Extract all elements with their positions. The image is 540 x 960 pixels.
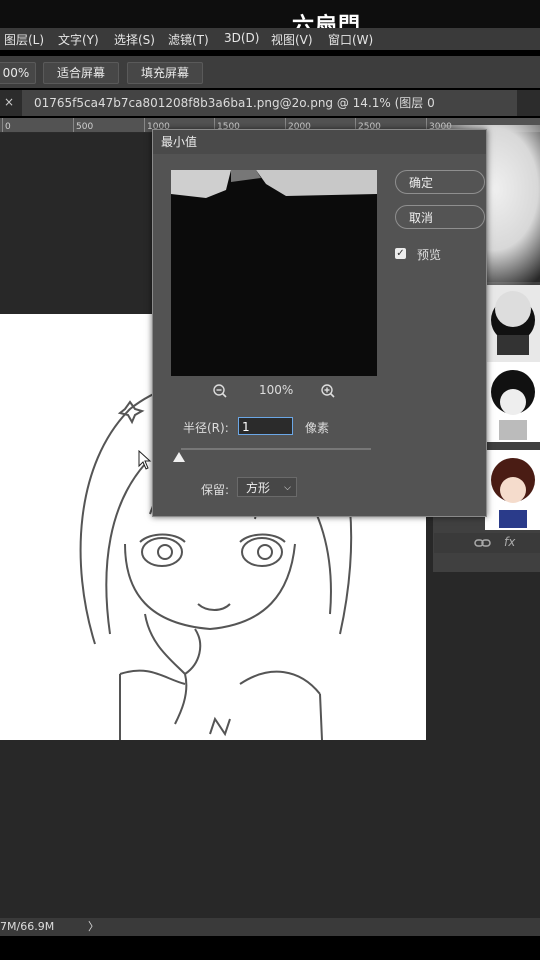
radius-slider[interactable] [181,448,371,450]
options-bar: 00% 适合屏幕 填充屏幕 [0,56,540,88]
status-arrow-icon[interactable]: 〉 [88,918,99,936]
radius-slider-thumb[interactable] [173,452,185,462]
ruler-tick: 500 [76,122,94,132]
menu-filter[interactable]: 滤镜(T) [168,31,209,48]
minimum-filter-dialog: 最小值 100% 半径(R): 1 像素 保留: 方形 ⌵ 确定 取消 ✓ 预览 [152,129,487,517]
filter-preview[interactable] [171,170,377,376]
preserve-label: 保留: [201,483,230,497]
chevron-down-icon: ⌵ [284,483,291,493]
document-tab[interactable]: 01765f5ca47b7ca801208f8b3a6ba1.png@2o.pn… [22,90,517,116]
radius-unit: 像素 [305,421,330,435]
menu-bar: 图层(L) 文字(Y) 选择(S) 滤镜(T) 3D(D) 视图(V) 窗口(W… [0,28,540,50]
menu-layer[interactable]: 图层(L) [4,31,44,48]
preserve-select-value: 方形 [246,481,271,495]
menu-view[interactable]: 视图(V) [271,31,313,48]
preview-zoom-row: 100% [213,382,343,402]
fit-screen-button[interactable]: 适合屏幕 [43,62,119,84]
ruler-tick: 0 [5,122,11,132]
menu-window[interactable]: 窗口(W) [328,31,373,48]
layer-thumbnail[interactable] [485,285,540,365]
cancel-button[interactable]: 取消 [395,205,485,229]
top-black-bar [0,0,540,28]
menu-3d[interactable]: 3D(D) [224,31,259,45]
mouse-cursor-icon [138,450,152,470]
menu-select[interactable]: 选择(S) [114,31,155,48]
zoom-in-icon[interactable] [321,384,335,398]
fx-button[interactable]: fx [504,535,515,549]
radius-label: 半径(R): [183,421,229,435]
layer-thumbnail[interactable] [485,362,540,442]
fill-screen-button[interactable]: 填充屏幕 [127,62,203,84]
menu-type[interactable]: 文字(Y) [58,31,99,48]
link-icon[interactable] [474,537,492,549]
close-tab-icon[interactable]: × [4,95,14,109]
layer-thumbnail[interactable] [485,450,540,530]
zoom-percent-field[interactable]: 00% [0,62,36,84]
radius-input[interactable]: 1 [238,417,293,435]
dialog-title: 最小值 [153,130,486,154]
ok-button[interactable]: 确定 [395,170,485,194]
preview-label: 预览 [417,248,442,262]
preview-checkbox[interactable]: ✓ [395,248,406,259]
doc-size-readout: 7M/66.9M [0,920,55,933]
preserve-select[interactable]: 方形 ⌵ [237,477,297,497]
status-bar: 7M/66.9M 〉 [0,918,540,936]
preview-zoom-percent: 100% [259,383,294,397]
zoom-out-icon[interactable] [213,384,227,398]
